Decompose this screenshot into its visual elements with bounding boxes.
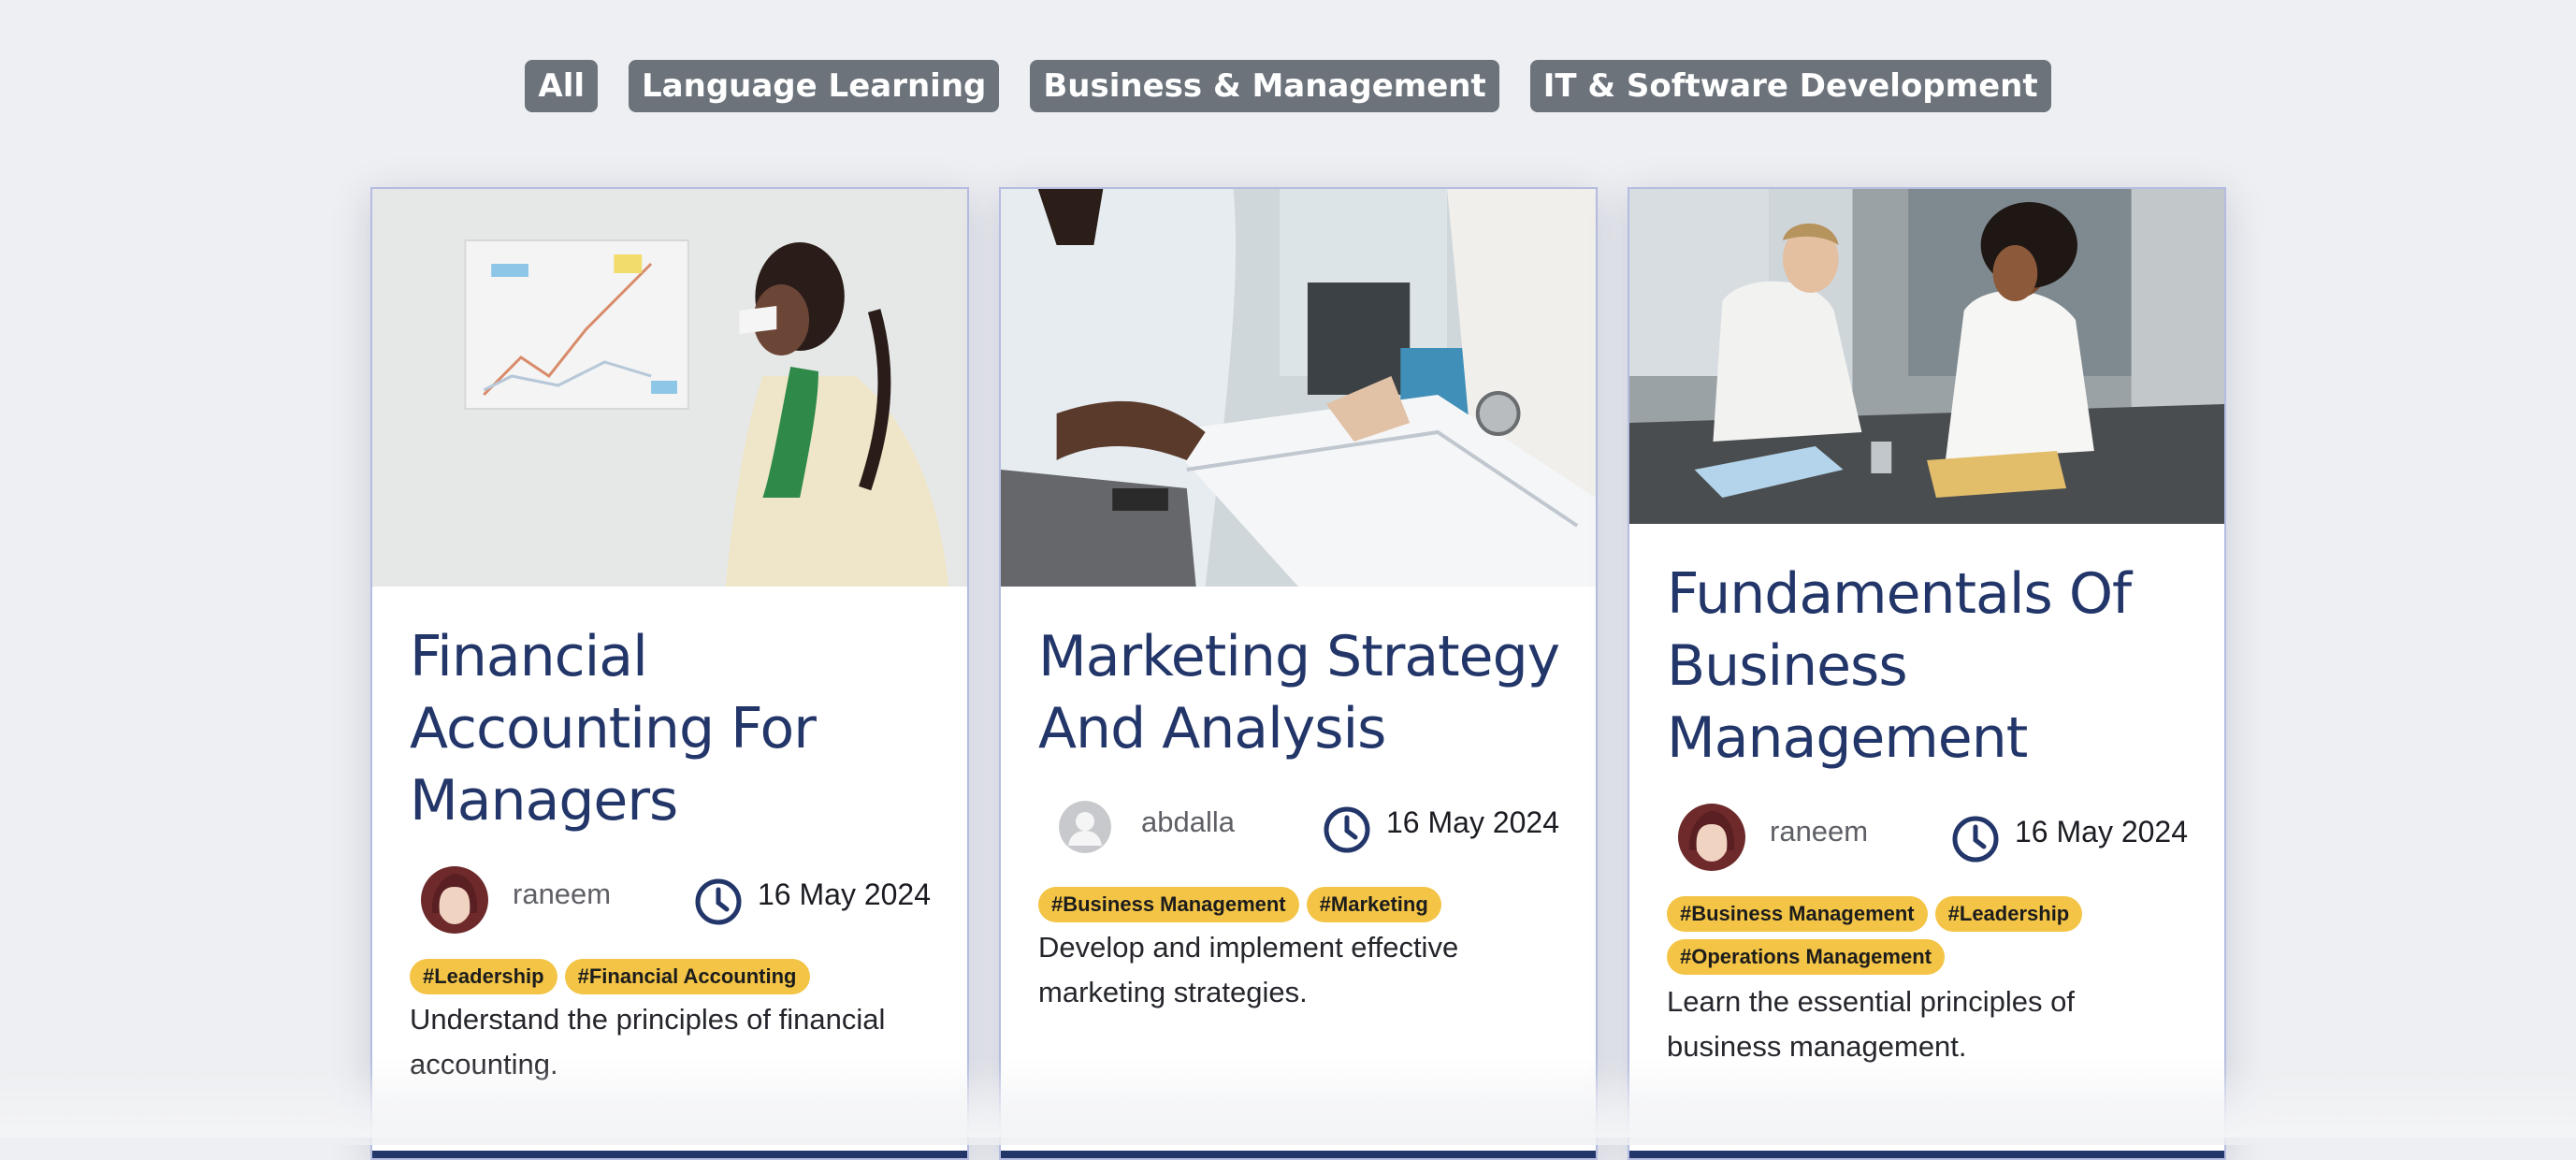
- clock-icon: [1322, 805, 1372, 855]
- author-name[interactable]: raneem: [513, 877, 611, 911]
- tag-chip[interactable]: #Financial Accounting: [564, 959, 810, 994]
- author-name[interactable]: raneem: [1770, 815, 1868, 848]
- filter-all-button[interactable]: All: [525, 60, 598, 112]
- filter-it-software-button[interactable]: IT & Software Development: [1529, 60, 2051, 112]
- tag-list: #Business Management #Leadership #Operat…: [1667, 896, 2200, 975]
- card-bottom-bar: [372, 1151, 967, 1158]
- tag-chip[interactable]: #Business Management: [1038, 887, 1299, 922]
- category-filter-bar: All Language Learning Business & Managem…: [0, 60, 2576, 112]
- author-avatar: [421, 866, 488, 934]
- tag-chip[interactable]: #Leadership: [410, 959, 557, 994]
- tag-chip[interactable]: #Leadership: [1934, 896, 2083, 932]
- course-image[interactable]: [1629, 189, 2224, 524]
- course-meta: raneem 16 May 2024: [410, 864, 933, 935]
- course-description: Learn the essential principles of busine…: [1667, 985, 2075, 1063]
- tag-chip[interactable]: #Marketing: [1306, 887, 1441, 922]
- card-bottom-bar: [1629, 1151, 2224, 1158]
- course-description: Understand the principles of financial a…: [410, 1003, 886, 1080]
- author-name[interactable]: abdalla: [1141, 805, 1235, 839]
- clock-icon: [693, 877, 744, 927]
- course-title[interactable]: Marketing Strategy And Analysis: [1038, 621, 1571, 765]
- course-date: 16 May 2024: [758, 877, 932, 911]
- course-date: 16 May 2024: [1386, 805, 1560, 839]
- course-meta: abdalla 16 May 2024: [1038, 792, 1562, 863]
- filter-language-learning-button[interactable]: Language Learning: [629, 60, 1000, 112]
- course-title[interactable]: Fundamentals Of Business Management: [1667, 558, 2200, 775]
- filter-business-management-button[interactable]: Business & Management: [1030, 60, 1499, 112]
- course-description: Develop and implement effective marketin…: [1038, 931, 1459, 1008]
- author-avatar: [1059, 801, 1111, 853]
- tag-list: #Business Management #Marketing: [1038, 887, 1571, 922]
- course-image[interactable]: [372, 189, 967, 587]
- tag-chip[interactable]: #Operations Management: [1667, 939, 1945, 975]
- course-card[interactable]: Marketing Strategy And Analysis abdalla …: [999, 187, 1598, 1160]
- clock-icon: [1950, 814, 2001, 864]
- course-card[interactable]: Fundamentals Of Business Management rane…: [1628, 187, 2226, 1160]
- course-card[interactable]: Financial Accounting For Managers raneem…: [370, 187, 969, 1160]
- tag-list: #Leadership #Financial Accounting: [410, 959, 943, 994]
- course-title[interactable]: Financial Accounting For Managers: [410, 621, 943, 837]
- tag-chip[interactable]: #Business Management: [1667, 896, 1928, 932]
- course-image[interactable]: [1001, 189, 1596, 587]
- author-avatar: [1678, 804, 1745, 871]
- card-bottom-bar: [1001, 1151, 1596, 1158]
- course-date: 16 May 2024: [2015, 815, 2189, 848]
- course-meta: raneem 16 May 2024: [1667, 802, 2191, 873]
